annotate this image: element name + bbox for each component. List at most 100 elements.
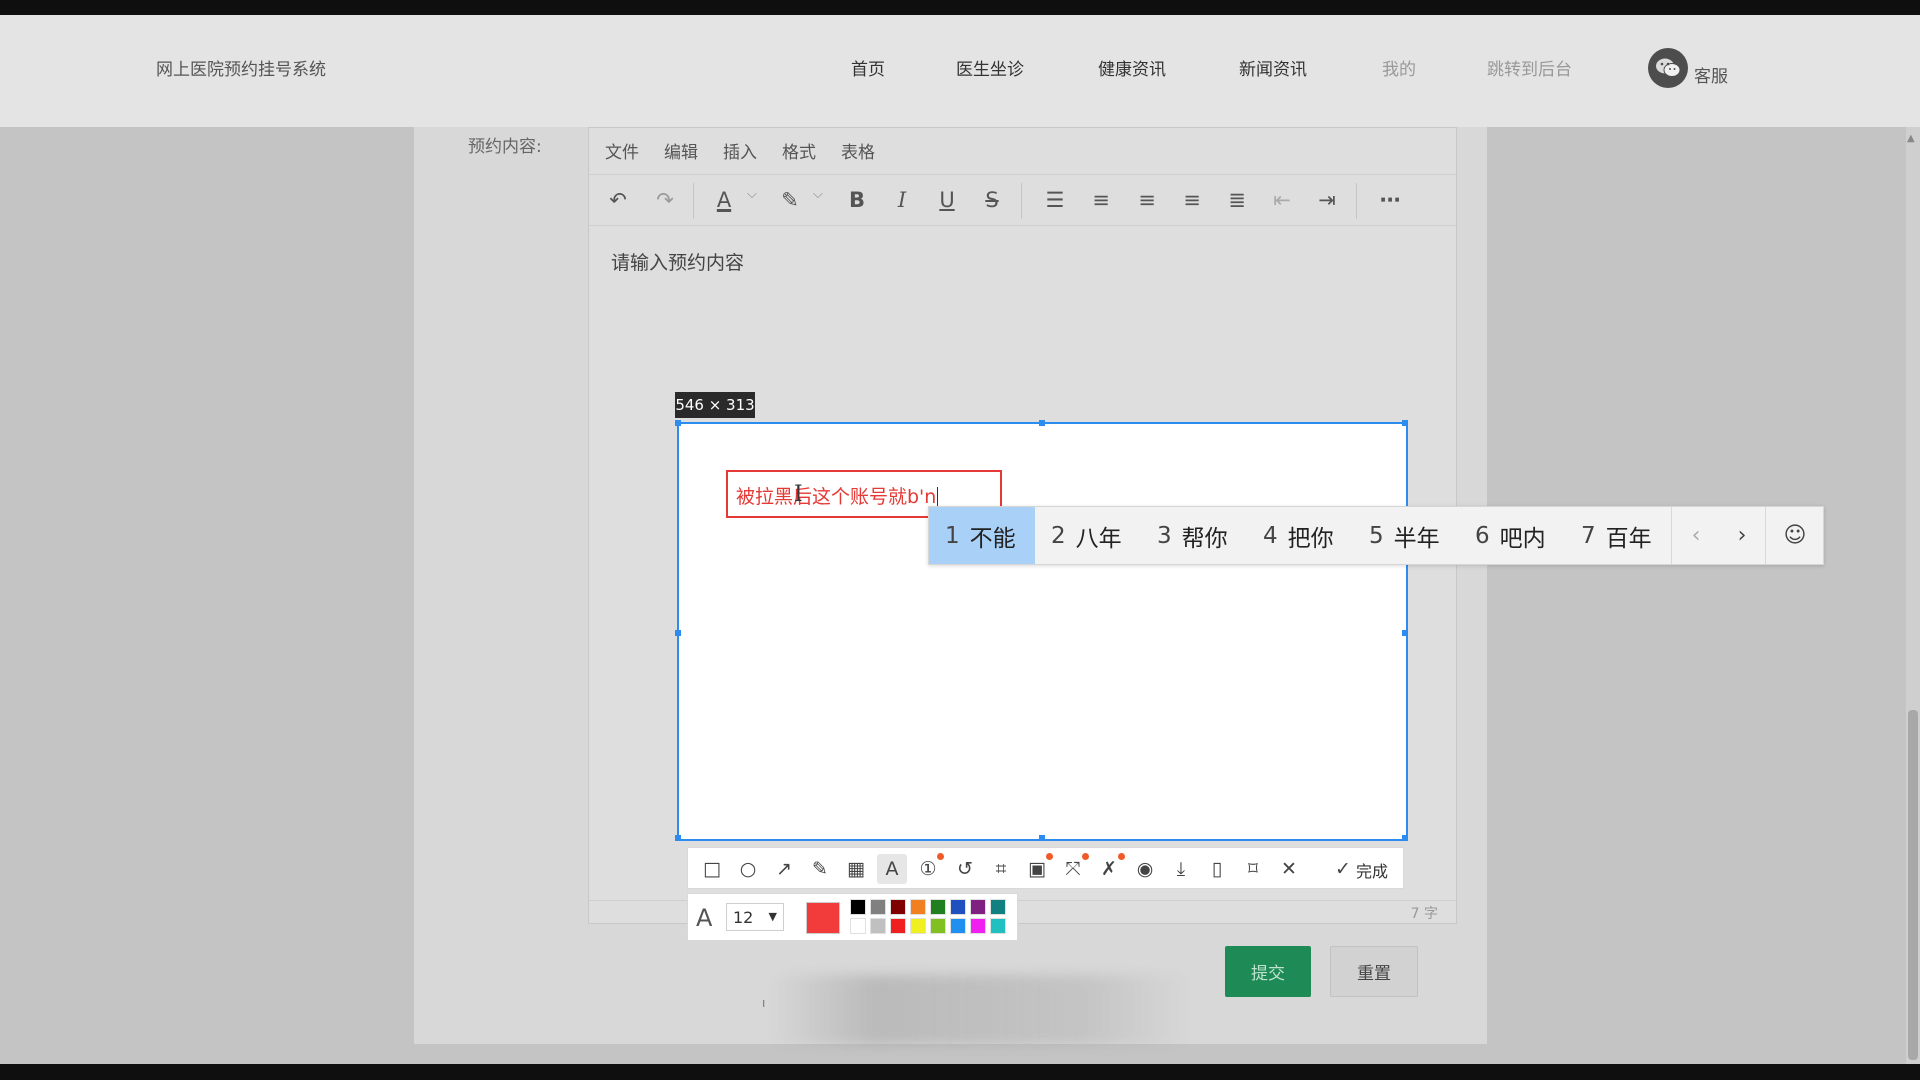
scrollbar-thumb[interactable]: [1908, 710, 1918, 1060]
color-swatch[interactable]: [970, 918, 986, 934]
menu-edit[interactable]: 编辑: [664, 138, 698, 163]
ime-candidate[interactable]: 4 把你: [1247, 507, 1353, 564]
resize-handle[interactable]: [1402, 835, 1408, 841]
more-icon[interactable]: ⋯: [1375, 185, 1405, 215]
ellipse-icon[interactable]: ○: [733, 854, 763, 884]
nav-doctor-clinic[interactable]: 医生坐诊: [956, 55, 1024, 80]
resize-handle[interactable]: [1402, 420, 1408, 426]
resize-handle[interactable]: [675, 420, 681, 426]
color-swatch[interactable]: [870, 899, 886, 915]
nav-backend[interactable]: 跳转到后台: [1487, 55, 1572, 80]
page-side-right: [1487, 127, 1920, 1064]
color-swatch[interactable]: [950, 918, 966, 934]
color-swatch[interactable]: [970, 899, 986, 915]
bold-icon[interactable]: B: [842, 185, 872, 215]
reset-button[interactable]: 重置: [1330, 946, 1418, 997]
download-icon[interactable]: ⤓: [1166, 854, 1196, 884]
highlight-icon[interactable]: ✎: [775, 185, 805, 215]
indent-icon[interactable]: ⇥: [1312, 185, 1342, 215]
color-swatch[interactable]: [850, 899, 866, 915]
close-icon[interactable]: ✕: [1274, 854, 1304, 884]
nav-home[interactable]: 首页: [851, 55, 885, 80]
resize-handle[interactable]: [1402, 630, 1408, 636]
text-icon[interactable]: A: [877, 854, 907, 884]
color-swatch[interactable]: [950, 899, 966, 915]
color-swatch[interactable]: [910, 899, 926, 915]
annotation-text[interactable]: 被拉黑后这个账号就b'n: [736, 482, 939, 509]
candidate-number: 1: [945, 522, 960, 549]
toolbar-divider: [1021, 183, 1022, 219]
color-swatch[interactable]: [930, 918, 946, 934]
line-height-icon[interactable]: ☰: [1040, 185, 1070, 215]
editor-placeholder[interactable]: 请输入预约内容: [611, 248, 744, 275]
color-swatch[interactable]: [890, 918, 906, 934]
ime-next-page-icon[interactable]: ›: [1719, 507, 1765, 564]
redo-icon[interactable]: ↷: [650, 185, 680, 215]
word-count: 7 字: [1410, 906, 1438, 922]
nav-health-news[interactable]: 健康资讯: [1098, 55, 1166, 80]
font-size-icon: A: [696, 904, 713, 932]
ime-prev-page-icon[interactable]: ‹: [1673, 507, 1719, 564]
crop-icon[interactable]: ⌗: [986, 854, 1016, 884]
color-swatch[interactable]: [930, 899, 946, 915]
nav-mine[interactable]: 我的: [1382, 55, 1416, 80]
candidate-text: 吧内: [1499, 525, 1546, 552]
emoji-icon[interactable]: ☺: [1767, 507, 1823, 564]
menu-insert[interactable]: 插入: [723, 138, 757, 163]
color-swatch[interactable]: [870, 918, 886, 934]
resize-handle[interactable]: [675, 835, 681, 841]
blurred-mark: ı: [762, 996, 766, 1010]
undo-icon[interactable]: ↺: [950, 854, 980, 884]
ime-candidate[interactable]: 6 吧内: [1459, 507, 1565, 564]
italic-icon[interactable]: I: [887, 185, 917, 215]
color-swatch[interactable]: [990, 899, 1006, 915]
ime-candidate[interactable]: 2 八年: [1035, 507, 1141, 564]
strikethrough-icon[interactable]: S: [977, 185, 1007, 215]
current-color-swatch[interactable]: [806, 902, 840, 934]
record-icon[interactable]: ◉: [1130, 854, 1160, 884]
appointment-content-label: 预约内容:: [468, 137, 542, 157]
highlight-dropdown-icon[interactable]: ⌵: [813, 187, 823, 202]
font-color-dropdown-icon[interactable]: ⌵: [747, 187, 757, 202]
ime-candidate[interactable]: 1 不能: [929, 507, 1035, 564]
ime-candidate[interactable]: 7 百年: [1565, 507, 1671, 564]
align-right-icon[interactable]: ≡: [1177, 185, 1207, 215]
editor-menubar: 文件 编辑 插入 格式 表格: [589, 128, 1456, 170]
menu-format[interactable]: 格式: [782, 138, 816, 163]
color-swatch[interactable]: [890, 899, 906, 915]
menu-table[interactable]: 表格: [841, 138, 875, 163]
color-swatch[interactable]: [850, 918, 866, 934]
nav-news[interactable]: 新闻资讯: [1239, 55, 1307, 80]
capture-region[interactable]: 被拉黑后这个账号就b'n I: [675, 420, 1408, 841]
arrow-icon[interactable]: ↗: [769, 854, 799, 884]
submit-button[interactable]: 提交: [1225, 946, 1311, 997]
resize-handle[interactable]: [1039, 420, 1045, 426]
ime-candidate[interactable]: 3 帮你: [1141, 507, 1247, 564]
scroll-up-arrow-icon[interactable]: ▲: [1907, 133, 1915, 144]
site-header: 网上医院预约挂号系统 首页 医生坐诊 健康资讯 新闻资讯 我的 跳转到后台 客服: [0, 15, 1920, 127]
done-button[interactable]: 完成: [1356, 858, 1388, 882]
align-center-icon[interactable]: ≡: [1132, 185, 1162, 215]
underline-icon[interactable]: U: [932, 185, 962, 215]
customer-service-label[interactable]: 客服: [1694, 62, 1728, 87]
font-color-icon[interactable]: A: [709, 185, 739, 215]
resize-handle[interactable]: [1039, 835, 1045, 841]
align-left-icon[interactable]: ≡: [1086, 185, 1116, 215]
bookmark-icon[interactable]: ⌑: [1238, 854, 1268, 884]
align-justify-icon[interactable]: ≣: [1222, 185, 1252, 215]
resize-handle[interactable]: [675, 630, 681, 636]
undo-icon[interactable]: ↶: [603, 185, 633, 215]
color-swatch[interactable]: [910, 918, 926, 934]
menu-file[interactable]: 文件: [605, 138, 639, 163]
outdent-icon[interactable]: ⇤: [1267, 185, 1297, 215]
ime-divider: [1765, 507, 1766, 564]
pencil-icon[interactable]: ✎: [805, 854, 835, 884]
wechat-icon[interactable]: [1648, 48, 1688, 88]
check-icon[interactable]: ✓: [1328, 854, 1358, 884]
save-icon[interactable]: ▯: [1202, 854, 1232, 884]
rectangle-icon[interactable]: □: [697, 854, 727, 884]
color-swatch[interactable]: [990, 918, 1006, 934]
font-size-select[interactable]: 12 ▼: [726, 903, 784, 931]
mosaic-icon[interactable]: ▦: [841, 854, 871, 884]
ime-candidate[interactable]: 5 半年: [1353, 507, 1459, 564]
